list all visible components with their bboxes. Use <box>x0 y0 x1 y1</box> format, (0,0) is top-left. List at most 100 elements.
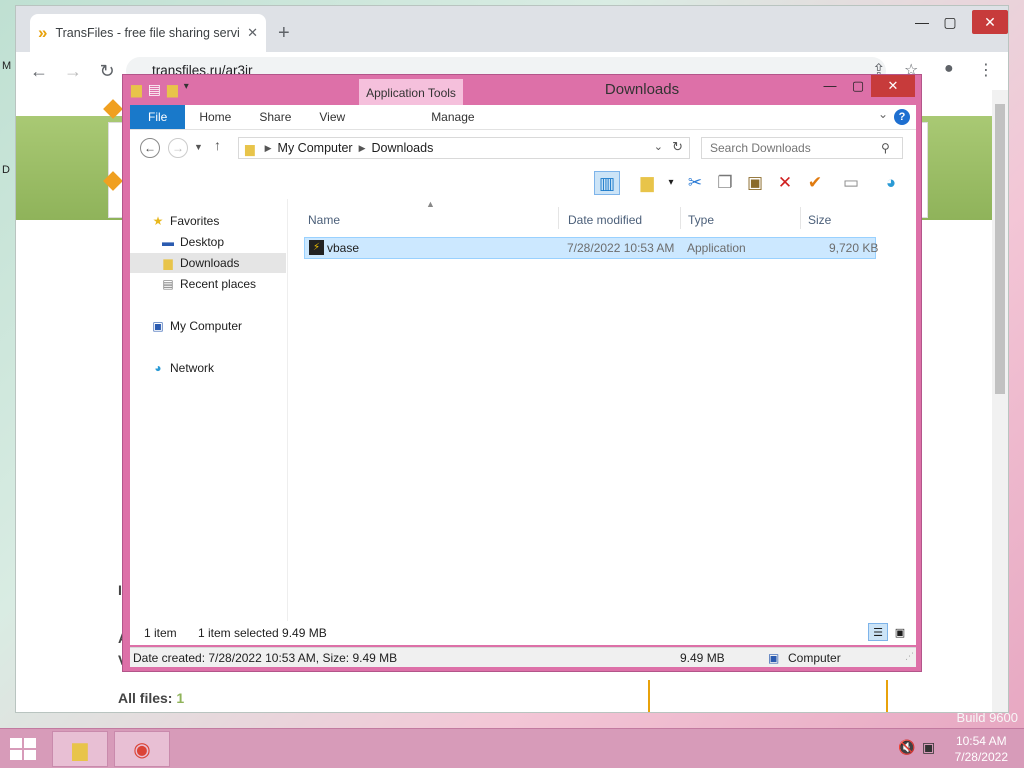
desktop-edge-text-1: M <box>2 60 12 72</box>
cut-icon[interactable]: ✂ <box>682 171 708 195</box>
profile-avatar-icon[interactable]: ● <box>944 60 954 78</box>
start-button[interactable] <box>10 738 38 762</box>
browser-close-button[interactable]: ✕ <box>972 10 1008 34</box>
help-icon[interactable]: ? <box>894 109 910 125</box>
page-scrollbar[interactable] <box>992 90 1008 712</box>
tab-title: TransFiles - free file sharing servi <box>55 26 240 40</box>
tab-file[interactable]: File <box>130 105 186 129</box>
column-separator[interactable] <box>558 207 559 229</box>
refresh-icon[interactable]: ↻ <box>672 139 683 155</box>
file-list: ▲ Name Date modified Type Size ⚡ vbase 7… <box>302 199 916 645</box>
tab-view[interactable]: View <box>305 105 359 129</box>
breadcrumb-separator-icon[interactable]: ▶ <box>359 143 366 154</box>
reload-icon[interactable]: ↻ <box>90 61 124 82</box>
network-globe-icon[interactable]: ◕ <box>878 171 904 195</box>
back-button[interactable]: ← <box>140 138 160 158</box>
file-size: 9,720 KB <box>829 241 879 255</box>
expand-ribbon-icon[interactable]: ⌄ <box>878 107 888 121</box>
start-logo-pane <box>10 738 22 748</box>
start-logo-pane <box>24 750 36 760</box>
copy-icon[interactable]: ❐ <box>712 171 738 195</box>
speaker-muted-icon[interactable]: 🔇 <box>898 739 915 756</box>
browser-maximize-button[interactable]: ▢ <box>932 10 968 34</box>
computer-small-icon: ▣ <box>768 651 780 665</box>
up-arrow-icon[interactable]: ↑ <box>214 137 221 153</box>
taskbar: ▆ ◉ 🔇 ▣ 10:54 AM 7/28/2022 <box>0 728 1024 768</box>
tab-manage[interactable]: Manage <box>417 105 488 129</box>
explorer-close-button[interactable]: ✕ <box>871 75 915 97</box>
column-size[interactable]: Size <box>808 209 831 231</box>
browser-menu-icon[interactable]: ⋮ <box>978 60 994 80</box>
new-tab-button[interactable]: + <box>278 22 290 45</box>
delete-icon[interactable]: ✕ <box>772 171 798 195</box>
nav-my-computer[interactable]: ▣ My Computer <box>130 316 286 336</box>
recent-locations-icon[interactable]: ▼ <box>194 142 203 152</box>
explorer-title-bar[interactable]: ▆ ▤ ▆ ▾ Application Tools Downloads — ▢ … <box>123 75 921 107</box>
column-date-modified[interactable]: Date modified <box>568 209 642 231</box>
forward-button[interactable]: → <box>168 138 188 158</box>
resize-grip-icon[interactable]: ⋰ <box>905 651 914 662</box>
file-name: vbase <box>327 241 360 255</box>
nav-recent-places[interactable]: ▤ Recent places <box>130 274 286 294</box>
nav-network[interactable]: ◕ Network <box>130 358 286 378</box>
start-logo-pane <box>24 738 36 748</box>
command-toolbar: ▥ ▆ ▾ ✂ ❐ ▣ ✕ ✔ ▭ ◕ <box>130 167 916 199</box>
large-icons-view-icon[interactable]: ▣ <box>890 623 910 641</box>
preview-pane-icon[interactable]: ▥ <box>594 171 620 195</box>
sort-ascending-icon: ▲ <box>426 199 435 209</box>
breadcrumb-separator-icon[interactable]: ▶ <box>265 143 272 154</box>
breadcrumb-my-computer[interactable]: My Computer <box>278 141 353 155</box>
column-separator[interactable] <box>680 207 681 229</box>
back-arrow-icon[interactable]: ← <box>22 61 56 82</box>
network-icon: ◕ <box>154 361 162 375</box>
rename-check-icon[interactable]: ✔ <box>802 171 828 195</box>
status-bar: 1 item 1 item selected 9.49 MB ☰ ▣ <box>130 621 916 645</box>
address-dropdown-icon[interactable]: ⌄ <box>654 140 663 153</box>
properties-pane-icon[interactable]: ▭ <box>838 171 864 195</box>
column-name[interactable]: Name <box>308 209 340 231</box>
forward-arrow-icon[interactable]: → <box>56 61 90 82</box>
start-logo-pane <box>10 750 22 760</box>
computer-icon: ▣ <box>152 319 164 333</box>
folder-options-dropdown-icon[interactable]: ▾ <box>658 171 684 195</box>
site-favicon-icon: » <box>38 23 48 42</box>
nav-downloads[interactable]: ▆ Downloads <box>130 253 286 273</box>
page-divider <box>648 680 650 712</box>
details-view-icon[interactable]: ☰ <box>868 623 888 641</box>
file-row-vbase[interactable]: ⚡ vbase 7/28/2022 10:53 AM Application 9… <box>304 237 879 259</box>
file-date: 7/28/2022 10:53 AM <box>567 241 675 255</box>
clock-time: 10:54 AM <box>955 734 1007 748</box>
build-watermark: Build 9600 <box>956 710 1018 725</box>
column-separator[interactable] <box>800 207 801 229</box>
nav-recent-label: Recent places <box>180 277 257 291</box>
search-input[interactable] <box>701 137 903 159</box>
explorer-minimize-button[interactable]: — <box>815 75 845 97</box>
file-type: Application <box>687 241 746 255</box>
tab-close-icon[interactable]: ✕ <box>247 25 258 41</box>
downloads-folder-icon: ▆ <box>163 256 173 270</box>
chrome-taskbar-icon[interactable]: ◉ <box>114 731 170 767</box>
column-type[interactable]: Type <box>688 209 714 231</box>
nav-favorites-label: Favorites <box>170 214 220 228</box>
tab-home[interactable]: Home <box>185 105 245 129</box>
explorer-maximize-button[interactable]: ▢ <box>843 75 873 97</box>
taskbar-clock[interactable]: 10:54 AM 7/28/2022 <box>955 733 1008 765</box>
nav-desktop[interactable]: ▬ Desktop <box>130 232 286 252</box>
network-tray-icon[interactable]: ▣ <box>922 739 935 756</box>
address-bar[interactable]: ▆ ▶ My Computer ▶ Downloads ⌄ ↻ <box>238 137 690 159</box>
ribbon-tabs: File Home Share View Manage ⌄ ? <box>130 105 916 129</box>
nav-computer-label: My Computer <box>170 319 243 333</box>
page-scrollbar-thumb[interactable] <box>995 104 1005 394</box>
breadcrumb-downloads[interactable]: Downloads <box>372 141 434 155</box>
browser-tab[interactable]: » TransFiles - free file sharing servi ✕ <box>30 14 266 52</box>
navigation-pane: ★ Favorites ▬ Desktop ▆ Downloads ▤ Recent p… <box>130 199 288 645</box>
details-location: Computer <box>788 651 841 665</box>
folder-options-icon[interactable]: ▆ <box>634 171 660 195</box>
paste-icon[interactable]: ▣ <box>742 171 768 195</box>
search-icon[interactable]: ⚲ <box>881 141 890 155</box>
page-divider <box>886 680 888 712</box>
nav-favorites[interactable]: ★ Favorites <box>130 211 286 231</box>
tab-share[interactable]: Share <box>245 105 305 129</box>
file-explorer-taskbar-icon[interactable]: ▆ <box>52 731 108 767</box>
folder-location-icon: ▆ <box>245 141 255 156</box>
